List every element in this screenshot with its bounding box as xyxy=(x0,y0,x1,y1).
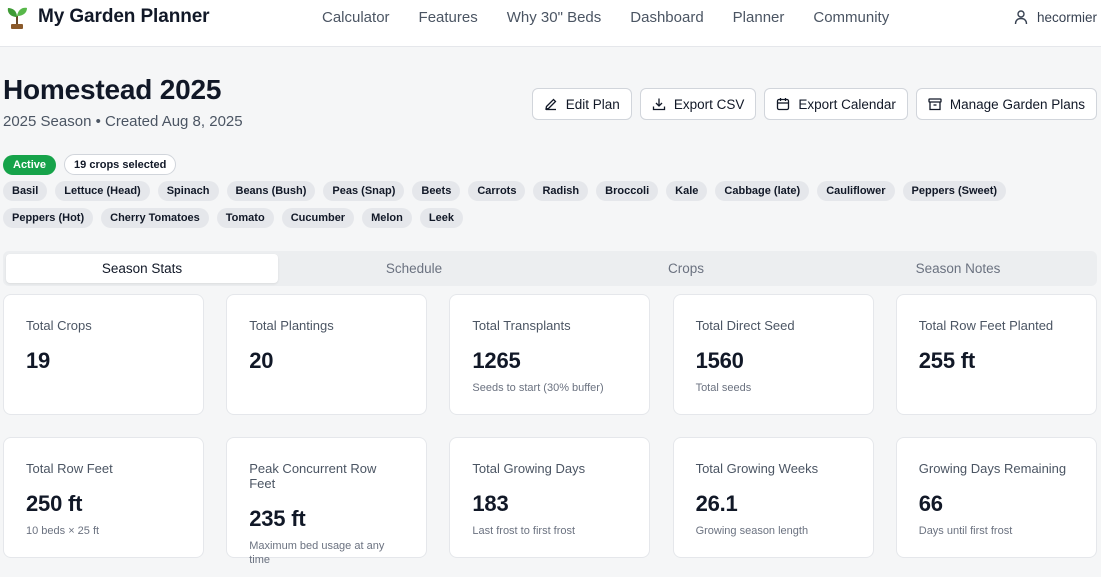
stat-card-total-transplants: Total Transplants 1265 Seeds to start (3… xyxy=(449,294,651,415)
stat-card-growing-days-remaining: Growing Days Remaining 66 Days until fir… xyxy=(895,437,1097,558)
user-icon xyxy=(1014,10,1028,25)
user-name: hecormier xyxy=(1036,9,1097,25)
stat-card-total-crops: Total Crops 19 xyxy=(3,294,204,415)
stat-value: 66 xyxy=(918,491,943,516)
crop-chip: Broccoli xyxy=(596,181,659,201)
stat-label: Total Transplants xyxy=(472,318,571,333)
crop-chip: Kale xyxy=(666,181,708,201)
status-badge: Active xyxy=(3,154,57,175)
download-icon xyxy=(652,98,665,111)
stat-value: 255 ft xyxy=(918,348,976,373)
crop-chip: Peppers (Hot) xyxy=(3,208,94,228)
nav-calculator[interactable]: Calculator xyxy=(322,9,390,26)
crop-chip: Beans (Bush) xyxy=(226,181,316,201)
stat-value: 1265 xyxy=(472,348,521,373)
stat-value: 1560 xyxy=(695,348,744,373)
stat-label: Total Row Feet Planted xyxy=(918,318,1054,333)
stat-label: Total Growing Days xyxy=(472,461,586,476)
top-navigation-bar: My Garden Planner Calculator Features Wh… xyxy=(0,0,1101,47)
page-title: Homestead 2025 xyxy=(3,74,222,105)
stat-value: 235 ft xyxy=(249,506,306,531)
archive-icon xyxy=(928,98,942,111)
stat-card-total-row-feet-planted: Total Row Feet Planted 255 ft xyxy=(895,294,1097,415)
brand-link[interactable]: My Garden Planner xyxy=(6,5,210,29)
tab-season-stats[interactable]: Season Stats xyxy=(6,254,278,283)
stat-value: 26.1 xyxy=(695,491,738,516)
stat-label: Peak Concurrent Row Feet xyxy=(249,461,377,491)
stat-note: Growing season length xyxy=(695,525,809,537)
nav-dashboard[interactable]: Dashboard xyxy=(630,9,703,26)
stat-note: Seeds to start (30% buffer) xyxy=(472,382,604,394)
crop-chip: Peppers (Sweet) xyxy=(902,181,1007,201)
plan-tabs: Season Stats Schedule Crops Season Notes xyxy=(3,251,1097,286)
stat-card-total-growing-days: Total Growing Days 183 Last frost to fir… xyxy=(449,437,651,558)
manage-garden-plans-label: Manage Garden Plans xyxy=(949,96,1085,112)
sprout-icon xyxy=(7,7,27,29)
main-nav: Calculator Features Why 30" Beds Dashboa… xyxy=(322,9,918,26)
crop-chip: Lettuce (Head) xyxy=(55,181,150,201)
edit-plan-button[interactable]: Edit Plan xyxy=(531,88,632,120)
nav-why-30-beds[interactable]: Why 30" Beds xyxy=(507,9,602,26)
crop-chip: Carrots xyxy=(468,181,526,201)
tab-schedule[interactable]: Schedule xyxy=(278,254,550,283)
edit-plan-label: Edit Plan xyxy=(565,96,620,112)
stat-note: Maximum bed usage at any time xyxy=(249,540,385,566)
crop-chip: Radish xyxy=(533,181,589,201)
tab-season-notes[interactable]: Season Notes xyxy=(822,254,1094,283)
plan-status-row: Active 19 crops selected xyxy=(3,154,177,175)
crop-chip: Cabbage (late) xyxy=(715,181,810,201)
user-menu[interactable]: hecormier xyxy=(1013,9,1097,25)
brand-name: My Garden Planner xyxy=(38,6,210,27)
crop-chip: Leek xyxy=(419,208,463,228)
stat-label: Total Row Feet xyxy=(26,461,113,476)
stat-note: Total seeds xyxy=(695,382,752,394)
stat-value: 19 xyxy=(26,348,51,373)
stat-label: Total Crops xyxy=(26,318,92,333)
plan-subtitle: 2025 Season • Created Aug 8, 2025 xyxy=(3,113,243,130)
nav-community[interactable]: Community xyxy=(813,9,889,26)
stat-card-total-direct-seed: Total Direct Seed 1560 Total seeds xyxy=(672,294,874,415)
crop-chip: Spinach xyxy=(157,181,219,201)
stat-card-total-plantings: Total Plantings 20 xyxy=(226,294,428,415)
stat-note: 10 beds × 25 ft xyxy=(26,525,100,537)
export-csv-button[interactable]: Export CSV xyxy=(639,88,757,120)
stat-card-peak-concurrent-row-feet: Peak Concurrent Row Feet 235 ft Maximum … xyxy=(226,437,428,566)
crop-chip: Cucumber xyxy=(281,208,355,228)
nav-planner[interactable]: Planner xyxy=(733,9,785,26)
stat-label: Total Direct Seed xyxy=(695,318,795,333)
stat-card-total-growing-weeks: Total Growing Weeks 26.1 Growing season … xyxy=(672,437,874,558)
crop-chip: Beets xyxy=(412,181,461,201)
crop-chip: Cherry Tomatoes xyxy=(101,208,209,228)
stat-card-total-row-feet: Total Row Feet 250 ft 10 beds × 25 ft xyxy=(3,437,204,558)
tab-crops[interactable]: Crops xyxy=(550,254,822,283)
stat-value: 250 ft xyxy=(26,491,83,516)
stat-label: Growing Days Remaining xyxy=(918,461,1067,476)
stat-label: Total Plantings xyxy=(249,318,334,333)
crop-count-badge: 19 crops selected xyxy=(64,154,177,175)
stat-label: Total Growing Weeks xyxy=(695,461,819,476)
export-calendar-label: Export Calendar xyxy=(798,96,896,112)
crop-chip-list: Basil Lettuce (Head) Spinach Beans (Bush… xyxy=(3,181,1043,228)
season-stats-grid: Total Crops 19 Total Plantings 20 Total … xyxy=(3,294,1097,566)
crop-chip: Cauliflower xyxy=(817,181,895,201)
calendar-icon xyxy=(777,98,790,111)
crop-chip: Basil xyxy=(3,181,48,201)
nav-features[interactable]: Features xyxy=(419,9,478,26)
crop-chip: Melon xyxy=(362,208,412,228)
crop-chip: Peas (Snap) xyxy=(323,181,405,201)
stat-value: 183 xyxy=(472,491,509,516)
stat-note: Days until first frost xyxy=(918,525,1013,537)
plan-actions: Edit Plan Export CSV Export Calendar Man… xyxy=(531,88,1097,120)
crop-chip: Tomato xyxy=(216,208,274,228)
stat-note: Last frost to first frost xyxy=(472,525,576,537)
stat-value: 20 xyxy=(249,348,274,373)
manage-garden-plans-button[interactable]: Manage Garden Plans xyxy=(915,88,1097,120)
export-csv-label: Export CSV xyxy=(673,96,745,112)
export-calendar-button[interactable]: Export Calendar xyxy=(764,88,908,120)
pencil-icon xyxy=(544,98,557,111)
